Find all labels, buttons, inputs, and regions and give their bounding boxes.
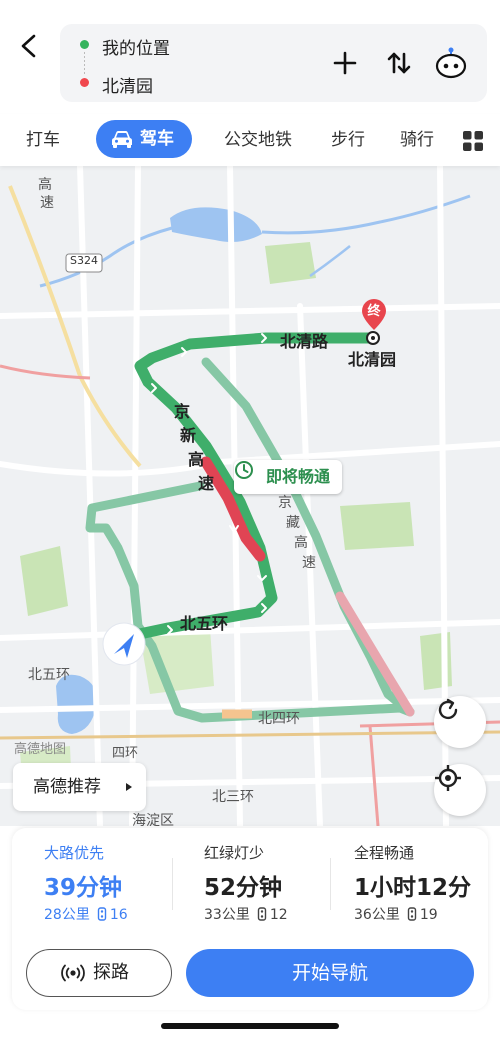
route-option-lights: 19 (419, 907, 438, 923)
start-navigation-button[interactable]: 开始导航 (186, 949, 474, 997)
route-option-meta: 36公里 19 (354, 904, 438, 924)
refresh-icon (438, 698, 458, 720)
end-dot-icon (80, 78, 89, 87)
amap-watermark: 高德地图 (14, 742, 67, 757)
route-option-clear-traffic[interactable]: 全程畅通 1小时12分 36公里 19 (330, 828, 488, 938)
car-icon (112, 131, 132, 148)
add-waypoint-button[interactable] (328, 46, 362, 80)
swap-route-button[interactable] (382, 46, 416, 80)
tab-drive[interactable]: 驾车 (96, 120, 192, 158)
route-option-time: 1小时12分 (354, 875, 472, 901)
tab-drive-label: 驾车 (140, 129, 174, 149)
assistant-robot-icon (435, 47, 467, 79)
tab-walk[interactable]: 步行 (331, 124, 365, 156)
route-points-box: 我的位置 北清园 (60, 24, 487, 102)
route-option-name: 大路优先 (44, 844, 105, 862)
map-view[interactable]: 终 北清路 北清园 京 新 高 速 京 藏 高 速 高 速 S324 北五环 北… (0, 166, 500, 826)
route-option-fewer-lights[interactable]: 红绿灯少 52分钟 33公里 12 (172, 828, 330, 938)
route-option-distance: 28公里 (44, 907, 90, 923)
road-label-sihuan: 四环 (112, 746, 139, 761)
road-label-expressway-2: 速 (40, 195, 54, 211)
soon-clear-label: 即将畅通 (266, 467, 331, 486)
swap-icon (387, 52, 411, 74)
destination-pin[interactable]: 终 (358, 296, 390, 332)
traffic-light-icon (257, 907, 267, 921)
explore-route-button[interactable]: 探路 (26, 949, 172, 997)
route-option-meta: 28公里 16 (44, 904, 128, 924)
destination-label: 北清园 (348, 350, 397, 369)
end-point-field[interactable]: 北清园 (102, 72, 153, 97)
route-option-main-roads[interactable]: 大路优先 39分钟 28公里 16 (12, 828, 172, 938)
route-option-meta: 33公里 12 (204, 904, 288, 924)
caret-right-icon (126, 783, 132, 791)
amap-recommend-button[interactable]: 高德推荐 (13, 763, 146, 811)
explore-label: 探路 (93, 962, 129, 983)
road-label-jingxin-3: 高 (188, 450, 205, 469)
locate-me-button[interactable] (434, 764, 486, 816)
route-option-name: 全程畅通 (354, 844, 415, 862)
road-label-beisanhuan: 北三环 (212, 789, 254, 805)
road-label-jingxin-1: 京 (174, 402, 191, 421)
traffic-light-icon (97, 907, 107, 921)
road-label-beisihuan: 北四环 (258, 711, 300, 727)
route-header: 我的位置 北清园 (0, 0, 500, 112)
tab-bike[interactable]: 骑行 (400, 124, 434, 156)
road-label-jingzang-4: 速 (302, 555, 316, 571)
road-label-jingzang-2: 藏 (286, 515, 300, 531)
back-arrow-icon (21, 34, 36, 58)
route-options-panel: 大路优先 39分钟 28公里 16 红绿灯少 52分钟 33公里 12 全程畅通 1… (12, 828, 488, 1010)
more-modes-button[interactable] (462, 130, 484, 152)
road-label-jingxin-4: 速 (198, 474, 215, 493)
route-option-lights: 12 (269, 907, 288, 923)
destination-marker-label: 终 (367, 304, 381, 319)
road-label-jingzang-1: 京 (278, 495, 292, 511)
route-option-distance: 36公里 (354, 907, 400, 923)
tab-transit[interactable]: 公交地铁 (224, 124, 292, 156)
road-sign-s324: S324 (70, 254, 98, 267)
route-option-lights: 16 (109, 907, 128, 923)
route-option-name: 红绿灯少 (204, 844, 265, 862)
travel-mode-tabs: 打车 驾车 公交地铁 步行 骑行 (0, 114, 500, 166)
grid-icon (463, 131, 483, 151)
road-label-jingzang-3: 高 (294, 535, 308, 551)
road-label-beiqing: 北清路 (280, 332, 329, 351)
district-label-haidian: 海淀区 (132, 813, 174, 826)
home-indicator[interactable] (161, 1023, 339, 1029)
crosshair-icon (435, 765, 461, 791)
clock-icon (235, 461, 253, 479)
road-label-expressway-1: 高 (38, 177, 52, 193)
road-label-beiwuhuan-left: 北五环 (28, 667, 70, 683)
route-option-time: 39分钟 (44, 875, 123, 901)
road-label-beiwuhuan: 北五环 (180, 614, 229, 633)
broadcast-icon (61, 964, 85, 982)
assistant-button[interactable] (434, 46, 468, 80)
tab-taxi[interactable]: 打车 (26, 124, 60, 156)
traffic-light-icon (407, 907, 417, 921)
route-connector (84, 52, 85, 74)
route-option-distance: 33公里 (204, 907, 250, 923)
route-option-time: 52分钟 (204, 875, 283, 901)
traffic-soon-clear-badge[interactable]: 即将畅通 (234, 460, 343, 494)
refresh-route-button[interactable] (434, 696, 486, 748)
start-dot-icon (80, 40, 89, 49)
road-label-jingxin-2: 新 (180, 426, 197, 445)
start-point-field[interactable]: 我的位置 (102, 34, 170, 59)
plus-icon (333, 51, 357, 75)
back-button[interactable] (10, 26, 50, 66)
recommend-label: 高德推荐 (33, 777, 101, 797)
